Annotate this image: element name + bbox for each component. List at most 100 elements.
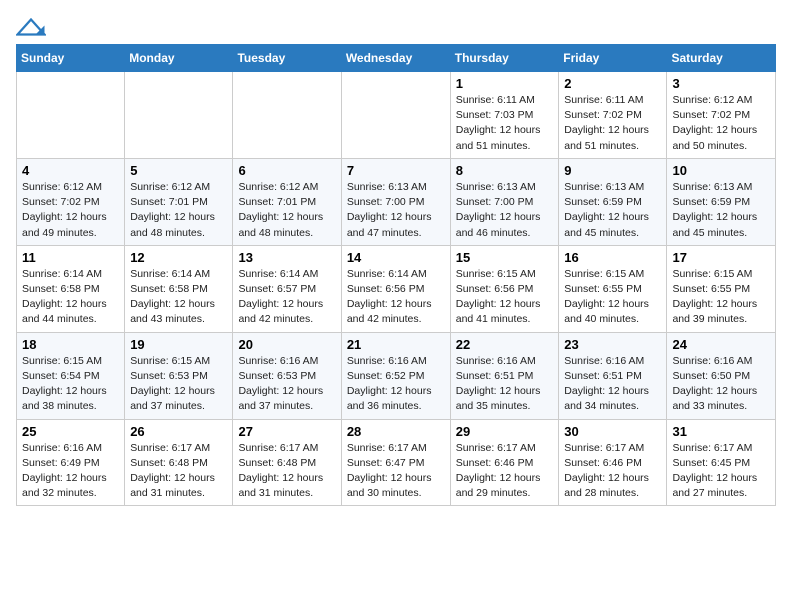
calendar-cell: 7 Sunrise: 6:13 AM Sunset: 7:00 PM Daylig… — [341, 158, 450, 245]
day-info: Sunrise: 6:15 AM Sunset: 6:55 PM Dayligh… — [672, 267, 770, 328]
day-number: 28 — [347, 424, 445, 439]
week-row-1: 1 Sunrise: 6:11 AM Sunset: 7:03 PM Daylig… — [17, 72, 776, 159]
calendar-cell — [125, 72, 233, 159]
day-info: Sunrise: 6:14 AM Sunset: 6:57 PM Dayligh… — [238, 267, 335, 328]
day-info: Sunrise: 6:13 AM Sunset: 7:00 PM Dayligh… — [456, 180, 554, 241]
day-number: 10 — [672, 163, 770, 178]
calendar-cell: 28 Sunrise: 6:17 AM Sunset: 6:47 PM Dayli… — [341, 419, 450, 506]
calendar-cell: 9 Sunrise: 6:13 AM Sunset: 6:59 PM Daylig… — [559, 158, 667, 245]
weekday-header-tuesday: Tuesday — [233, 45, 341, 72]
calendar-cell: 22 Sunrise: 6:16 AM Sunset: 6:51 PM Dayli… — [450, 332, 559, 419]
calendar-cell — [17, 72, 125, 159]
day-number: 2 — [564, 76, 661, 91]
day-info: Sunrise: 6:15 AM Sunset: 6:54 PM Dayligh… — [22, 354, 119, 415]
calendar-cell: 31 Sunrise: 6:17 AM Sunset: 6:45 PM Dayli… — [667, 419, 776, 506]
calendar-cell: 17Sunrise: 6:15 AM Sunset: 6:55 PM Dayli… — [667, 245, 776, 332]
calendar-table: SundayMondayTuesdayWednesdayThursdayFrid… — [16, 44, 776, 506]
weekday-header-row: SundayMondayTuesdayWednesdayThursdayFrid… — [17, 45, 776, 72]
day-info: Sunrise: 6:16 AM Sunset: 6:50 PM Dayligh… — [672, 354, 770, 415]
day-number: 31 — [672, 424, 770, 439]
day-number: 23 — [564, 337, 661, 352]
day-number: 8 — [456, 163, 554, 178]
calendar-cell: 3Sunrise: 6:12 AM Sunset: 7:02 PM Daylig… — [667, 72, 776, 159]
day-number: 7 — [347, 163, 445, 178]
weekday-header-saturday: Saturday — [667, 45, 776, 72]
day-number: 19 — [130, 337, 227, 352]
day-info: Sunrise: 6:11 AM Sunset: 7:02 PM Dayligh… — [564, 93, 661, 154]
day-info: Sunrise: 6:12 AM Sunset: 7:02 PM Dayligh… — [672, 93, 770, 154]
calendar-cell: 30 Sunrise: 6:17 AM Sunset: 6:46 PM Dayli… — [559, 419, 667, 506]
day-number: 29 — [456, 424, 554, 439]
day-info: Sunrise: 6:16 AM Sunset: 6:49 PM Dayligh… — [22, 441, 119, 502]
day-info: Sunrise: 6:14 AM Sunset: 6:56 PM Dayligh… — [347, 267, 445, 328]
calendar-cell: 5 Sunrise: 6:12 AM Sunset: 7:01 PM Daylig… — [125, 158, 233, 245]
day-number: 1 — [456, 76, 554, 91]
day-info: Sunrise: 6:13 AM Sunset: 6:59 PM Dayligh… — [672, 180, 770, 241]
day-info: Sunrise: 6:13 AM Sunset: 6:59 PM Dayligh… — [564, 180, 661, 241]
day-number: 22 — [456, 337, 554, 352]
day-info: Sunrise: 6:12 AM Sunset: 7:01 PM Dayligh… — [130, 180, 227, 241]
calendar-cell: 6 Sunrise: 6:12 AM Sunset: 7:01 PM Daylig… — [233, 158, 341, 245]
day-number: 5 — [130, 163, 227, 178]
weekday-header-friday: Friday — [559, 45, 667, 72]
day-number: 18 — [22, 337, 119, 352]
week-row-5: 25 Sunrise: 6:16 AM Sunset: 6:49 PM Dayli… — [17, 419, 776, 506]
week-row-4: 18 Sunrise: 6:15 AM Sunset: 6:54 PM Dayli… — [17, 332, 776, 419]
calendar-cell: 26 Sunrise: 6:17 AM Sunset: 6:48 PM Dayli… — [125, 419, 233, 506]
weekday-header-wednesday: Wednesday — [341, 45, 450, 72]
day-info: Sunrise: 6:17 AM Sunset: 6:48 PM Dayligh… — [238, 441, 335, 502]
day-number: 25 — [22, 424, 119, 439]
day-number: 21 — [347, 337, 445, 352]
day-info: Sunrise: 6:15 AM Sunset: 6:55 PM Dayligh… — [564, 267, 661, 328]
day-info: Sunrise: 6:15 AM Sunset: 6:53 PM Dayligh… — [130, 354, 227, 415]
day-info: Sunrise: 6:14 AM Sunset: 6:58 PM Dayligh… — [130, 267, 227, 328]
day-number: 13 — [238, 250, 335, 265]
weekday-header-thursday: Thursday — [450, 45, 559, 72]
calendar-cell: 11 Sunrise: 6:14 AM Sunset: 6:58 PM Dayli… — [17, 245, 125, 332]
calendar-cell: 13 Sunrise: 6:14 AM Sunset: 6:57 PM Dayli… — [233, 245, 341, 332]
calendar-cell: 12 Sunrise: 6:14 AM Sunset: 6:58 PM Dayli… — [125, 245, 233, 332]
day-info: Sunrise: 6:12 AM Sunset: 7:02 PM Dayligh… — [22, 180, 119, 241]
calendar-cell — [233, 72, 341, 159]
calendar-cell: 18 Sunrise: 6:15 AM Sunset: 6:54 PM Dayli… — [17, 332, 125, 419]
weekday-header-sunday: Sunday — [17, 45, 125, 72]
calendar-cell: 27Sunrise: 6:17 AM Sunset: 6:48 PM Dayli… — [233, 419, 341, 506]
day-number: 15 — [456, 250, 554, 265]
day-number: 12 — [130, 250, 227, 265]
week-row-2: 4 Sunrise: 6:12 AM Sunset: 7:02 PM Daylig… — [17, 158, 776, 245]
day-number: 20 — [238, 337, 335, 352]
day-number: 11 — [22, 250, 119, 265]
day-number: 6 — [238, 163, 335, 178]
calendar-cell: 19 Sunrise: 6:15 AM Sunset: 6:53 PM Dayli… — [125, 332, 233, 419]
week-row-3: 11 Sunrise: 6:14 AM Sunset: 6:58 PM Dayli… — [17, 245, 776, 332]
calendar-cell: 25 Sunrise: 6:16 AM Sunset: 6:49 PM Dayli… — [17, 419, 125, 506]
day-info: Sunrise: 6:17 AM Sunset: 6:47 PM Dayligh… — [347, 441, 445, 502]
day-info: Sunrise: 6:17 AM Sunset: 6:46 PM Dayligh… — [456, 441, 554, 502]
calendar-cell — [341, 72, 450, 159]
calendar-cell: 2 Sunrise: 6:11 AM Sunset: 7:02 PM Daylig… — [559, 72, 667, 159]
day-info: Sunrise: 6:17 AM Sunset: 6:46 PM Dayligh… — [564, 441, 661, 502]
logo — [16, 16, 54, 36]
day-info: Sunrise: 6:13 AM Sunset: 7:00 PM Dayligh… — [347, 180, 445, 241]
calendar-cell: 24Sunrise: 6:16 AM Sunset: 6:50 PM Dayli… — [667, 332, 776, 419]
day-number: 9 — [564, 163, 661, 178]
calendar-cell: 14 Sunrise: 6:14 AM Sunset: 6:56 PM Dayli… — [341, 245, 450, 332]
calendar-cell: 4 Sunrise: 6:12 AM Sunset: 7:02 PM Daylig… — [17, 158, 125, 245]
day-info: Sunrise: 6:16 AM Sunset: 6:51 PM Dayligh… — [456, 354, 554, 415]
page-header — [16, 16, 776, 36]
day-number: 30 — [564, 424, 661, 439]
calendar-cell: 16Sunrise: 6:15 AM Sunset: 6:55 PM Dayli… — [559, 245, 667, 332]
day-info: Sunrise: 6:14 AM Sunset: 6:58 PM Dayligh… — [22, 267, 119, 328]
day-number: 26 — [130, 424, 227, 439]
day-number: 4 — [22, 163, 119, 178]
day-info: Sunrise: 6:16 AM Sunset: 6:52 PM Dayligh… — [347, 354, 445, 415]
day-info: Sunrise: 6:16 AM Sunset: 6:51 PM Dayligh… — [564, 354, 661, 415]
day-info: Sunrise: 6:17 AM Sunset: 6:45 PM Dayligh… — [672, 441, 770, 502]
day-info: Sunrise: 6:12 AM Sunset: 7:01 PM Dayligh… — [238, 180, 335, 241]
calendar-cell: 1 Sunrise: 6:11 AM Sunset: 7:03 PM Daylig… — [450, 72, 559, 159]
day-info: Sunrise: 6:15 AM Sunset: 6:56 PM Dayligh… — [456, 267, 554, 328]
day-info: Sunrise: 6:17 AM Sunset: 6:48 PM Dayligh… — [130, 441, 227, 502]
calendar-cell: 15 Sunrise: 6:15 AM Sunset: 6:56 PM Dayli… — [450, 245, 559, 332]
day-number: 14 — [347, 250, 445, 265]
day-info: Sunrise: 6:11 AM Sunset: 7:03 PM Dayligh… — [456, 93, 554, 154]
